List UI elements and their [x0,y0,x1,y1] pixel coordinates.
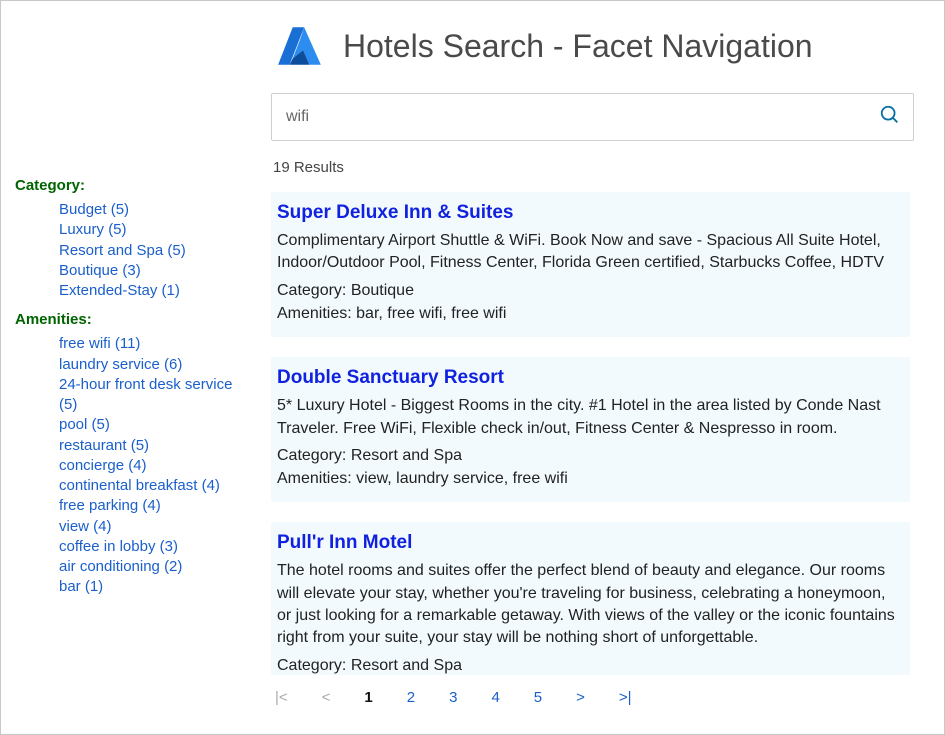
facet-category-item[interactable]: Boutique (3) [59,261,247,281]
result-description: 5* Luxury Hotel - Biggest Rooms in the c… [277,395,904,440]
result-description: The hotel rooms and suites offer the per… [277,560,904,650]
pager-page-5[interactable]: 5 [534,689,542,706]
facet-amenity-item[interactable]: 24-hour front desk service (5) [59,375,247,416]
result-category: Category: Resort and Spa [277,654,904,675]
facet-amenity-item[interactable]: air conditioning (2) [59,557,247,577]
page-title: Hotels Search - Facet Navigation [343,28,813,65]
result-category: Category: Resort and Spa [277,444,904,467]
result-title[interactable]: Super Deluxe Inn & Suites [277,202,904,224]
facet-amenity-item[interactable]: coffee in lobby (3) [59,537,247,557]
result-category: Category: Boutique [277,279,904,302]
facet-amenity-item[interactable]: bar (1) [59,577,247,597]
facet-amenities-header: Amenities: [15,311,247,328]
pager-first[interactable]: |< [275,689,288,706]
pager-last[interactable]: >| [619,689,632,706]
pager-prev[interactable]: < [322,689,331,706]
sidebar: Category: Budget (5) Luxury (5) Resort a… [1,1,261,734]
header: Hotels Search - Facet Navigation [271,21,914,71]
main-content: Hotels Search - Facet Navigation 19 Resu… [261,1,944,734]
facet-amenities-list: free wifi (11) laundry service (6) 24-ho… [15,334,247,597]
result-title[interactable]: Double Sanctuary Resort [277,367,904,389]
search-bar [271,93,914,141]
facet-category-header: Category: [15,177,247,194]
facet-category-item[interactable]: Extended-Stay (1) [59,281,247,301]
pager-next[interactable]: > [576,689,585,706]
facet-amenity-item[interactable]: concierge (4) [59,456,247,476]
facet-amenity-item[interactable]: free wifi (11) [59,334,247,354]
pager-page-1[interactable]: 1 [364,689,372,706]
result-description: Complimentary Airport Shuttle & WiFi. Bo… [277,230,904,275]
facet-amenity-item[interactable]: continental breakfast (4) [59,476,247,496]
result-amenities: Amenities: view, laundry service, free w… [277,467,904,490]
facet-category-item[interactable]: Resort and Spa (5) [59,241,247,261]
search-button[interactable] [877,104,903,130]
pager: |< < 1 2 3 4 5 > >| [271,675,914,724]
search-result: Pull'r Inn Motel The hotel rooms and sui… [271,522,910,675]
facet-amenity-item[interactable]: view (4) [59,517,247,537]
pager-page-2[interactable]: 2 [407,689,415,706]
result-amenities: Amenities: bar, free wifi, free wifi [277,302,904,325]
facet-category-list: Budget (5) Luxury (5) Resort and Spa (5)… [15,200,247,301]
facet-amenity-item[interactable]: laundry service (6) [59,355,247,375]
result-title[interactable]: Pull'r Inn Motel [277,532,904,554]
results-list[interactable]: Super Deluxe Inn & Suites Complimentary … [271,192,914,675]
facet-amenity-item[interactable]: free parking (4) [59,496,247,516]
search-result: Double Sanctuary Resort 5* Luxury Hotel … [271,357,910,502]
facet-amenity-item[interactable]: restaurant (5) [59,436,247,456]
search-input[interactable] [286,108,877,126]
facet-amenity-item[interactable]: pool (5) [59,415,247,435]
pager-page-3[interactable]: 3 [449,689,457,706]
azure-logo-icon [275,21,325,71]
results-count: 19 Results [271,159,914,176]
facet-category-item[interactable]: Budget (5) [59,200,247,220]
pager-page-4[interactable]: 4 [491,689,499,706]
search-result: Super Deluxe Inn & Suites Complimentary … [271,192,910,337]
search-icon [879,104,901,130]
facet-category-item[interactable]: Luxury (5) [59,220,247,240]
